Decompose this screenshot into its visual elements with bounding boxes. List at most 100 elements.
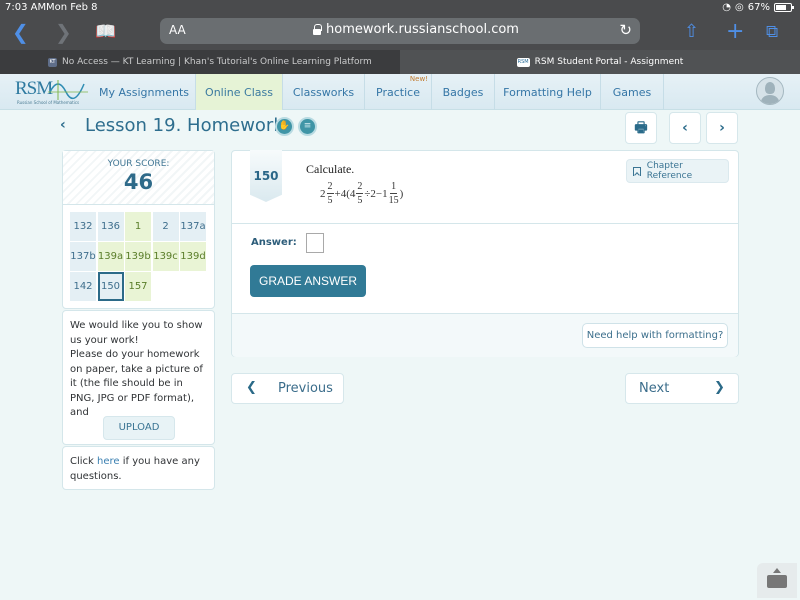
printer-icon: 🖶	[634, 120, 648, 136]
chevron-right-icon: ❯	[714, 380, 725, 395]
upload-button[interactable]: UPLOAD	[103, 416, 175, 440]
previous-label: Previous	[278, 381, 333, 396]
lock-icon	[313, 24, 322, 35]
sine-wave-icon	[48, 80, 88, 100]
forward-icon[interactable]: ❯	[55, 20, 72, 44]
score-header: YOUR SCORE: 46	[63, 151, 214, 205]
problem-cell-139a[interactable]: 139a	[97, 242, 124, 271]
divider	[232, 223, 738, 224]
score-panel: YOUR SCORE: 46 132 136 1 2 137a 137b 139a 139b 1…	[62, 150, 215, 309]
tab-kt-learning[interactable]: KT No Access — KT Learning | Khan's Tuto…	[48, 50, 398, 74]
fraction: 25	[326, 181, 334, 207]
tab-title: RSM Student Portal - Assignment	[534, 57, 684, 67]
tab-title: No Access — KT Learning | Khan's Tutoria…	[62, 57, 372, 67]
numerator: 1	[390, 181, 398, 194]
books-icon[interactable]: ≡	[298, 117, 317, 136]
status-time: 7:03 AM	[5, 2, 47, 13]
next-problem-button[interactable]: ›	[706, 112, 738, 144]
kt-favicon: KT	[48, 57, 57, 67]
nav-label: Online Class	[205, 85, 273, 99]
browser-toolbar: ❮ ❯ 📖 AA homework.russianschool.com ↻ ⇧ …	[0, 16, 800, 50]
denominator: 15	[388, 195, 399, 206]
rsm-favicon: RSM	[516, 57, 530, 67]
answer-input[interactable]	[306, 233, 324, 253]
nav-label: Games	[612, 85, 652, 99]
problem-cell-2[interactable]: 2	[152, 212, 179, 241]
problem-cell-137b[interactable]: 137b	[70, 242, 96, 271]
nav-label: Classworks	[292, 85, 355, 99]
expr-part: +4(4	[334, 188, 356, 200]
logo-text: RSM	[15, 78, 53, 99]
previous-button[interactable]: ❮ Previous	[231, 373, 344, 404]
fraction: 25	[356, 181, 364, 207]
nav-classworks[interactable]: Classworks	[283, 74, 365, 110]
nav-badges[interactable]: Badges	[432, 74, 495, 110]
back-icon[interactable]: ❮	[12, 20, 29, 44]
ios-status-bar: 7:03 AM Mon Feb 8 ◔ ◎ 67%	[0, 0, 800, 16]
browser-tabs: KT No Access — KT Learning | Khan's Tuto…	[0, 50, 800, 74]
problem-cell-137a[interactable]: 137a	[180, 212, 206, 241]
problem-footer: Need help with formatting?	[232, 313, 738, 357]
new-badge: New!	[409, 75, 428, 83]
tabs-overview-icon[interactable]: ⧉	[766, 20, 778, 44]
nav-games[interactable]: Games	[601, 74, 664, 110]
help-prefix: Click	[70, 456, 98, 467]
problem-cell-139c[interactable]: 139c	[152, 242, 179, 271]
score-value: 46	[123, 170, 154, 194]
denominator: 5	[357, 195, 363, 206]
problem-cell-1[interactable]: 1	[125, 212, 151, 241]
prev-problem-button[interactable]: ‹	[669, 112, 701, 144]
lesson-back-chevron-icon[interactable]: ‹	[60, 117, 66, 133]
answer-label: Answer:	[251, 237, 297, 248]
nav-formatting-help[interactable]: Formatting Help	[495, 74, 601, 110]
tab-rsm-portal[interactable]: RSM RSM Student Portal - Assignment	[400, 50, 800, 74]
chapter-reference-button[interactable]: Chapter Reference	[626, 159, 729, 183]
bookmarks-icon[interactable]: 📖	[95, 20, 116, 44]
lesson-title: Lesson 19. Homework	[85, 115, 284, 136]
nav-label: Badges	[442, 85, 484, 99]
status-date: Mon Feb 8	[46, 2, 98, 13]
battery-percent: 67%	[747, 2, 770, 13]
formatting-help-button[interactable]: Need help with formatting?	[582, 323, 728, 348]
fraction: 1 15	[389, 181, 399, 207]
denominator: 5	[327, 195, 333, 206]
status-right: ◔ ◎ 67%	[722, 2, 794, 13]
print-button[interactable]: 🖶	[625, 112, 657, 144]
rsm-logo[interactable]: RSM Russian School of Mathematics	[15, 78, 88, 108]
nav-online-class[interactable]: Online Class	[196, 74, 283, 110]
problem-cell-142[interactable]: 142	[70, 272, 96, 301]
problem-cell-150[interactable]: 150	[97, 272, 124, 301]
reader-aa-button[interactable]: AA	[169, 23, 186, 37]
chevron-left-icon: ‹	[682, 120, 688, 136]
chapter-reference-label: Chapter Reference	[646, 161, 693, 181]
reload-icon[interactable]: ↻	[619, 21, 632, 39]
next-button[interactable]: Next ❯	[625, 373, 739, 404]
address-bar[interactable]: AA homework.russianschool.com ↻	[160, 18, 640, 44]
problem-cell-132[interactable]: 132	[70, 212, 96, 241]
nav-label: Formatting Help	[503, 85, 592, 99]
nav-label: My Assignments	[99, 85, 189, 99]
problem-cell-139b[interactable]: 139b	[125, 242, 151, 271]
hand-icon[interactable]: ✋	[275, 117, 294, 136]
score-label: YOUR SCORE:	[107, 159, 170, 169]
problem-panel: 150 Calculate. 2 25 +4(4 25 ÷2−1 1 15 ) C…	[231, 150, 739, 357]
upload-instructions: We would like you to show us your work! …	[70, 319, 210, 421]
help-panel: Click here if you have any questions.	[62, 446, 215, 490]
url-text[interactable]: homework.russianschool.com	[326, 22, 519, 37]
problem-cell-139d[interactable]: 139d	[180, 242, 206, 271]
upload-text-line: Please do your homework on paper, take a…	[70, 349, 203, 418]
share-icon[interactable]: ⇧	[684, 20, 699, 44]
nav-my-assignments[interactable]: My Assignments	[93, 74, 196, 110]
expr-part: 2	[320, 188, 326, 200]
upload-text-line: We would like you to show us your work!	[70, 320, 203, 346]
problem-cell-157[interactable]: 157	[125, 272, 151, 301]
user-avatar[interactable]	[756, 77, 784, 105]
numerator: 2	[326, 181, 334, 194]
new-tab-icon[interactable]: +	[726, 20, 744, 44]
keyboard-icon[interactable]	[757, 563, 797, 598]
bookmark-icon	[633, 166, 641, 176]
problem-cell-136[interactable]: 136	[97, 212, 124, 241]
grade-answer-button[interactable]: GRADE ANSWER	[250, 265, 366, 297]
nav-practice[interactable]: Practice New!	[365, 74, 432, 110]
help-link[interactable]: here	[97, 456, 120, 467]
